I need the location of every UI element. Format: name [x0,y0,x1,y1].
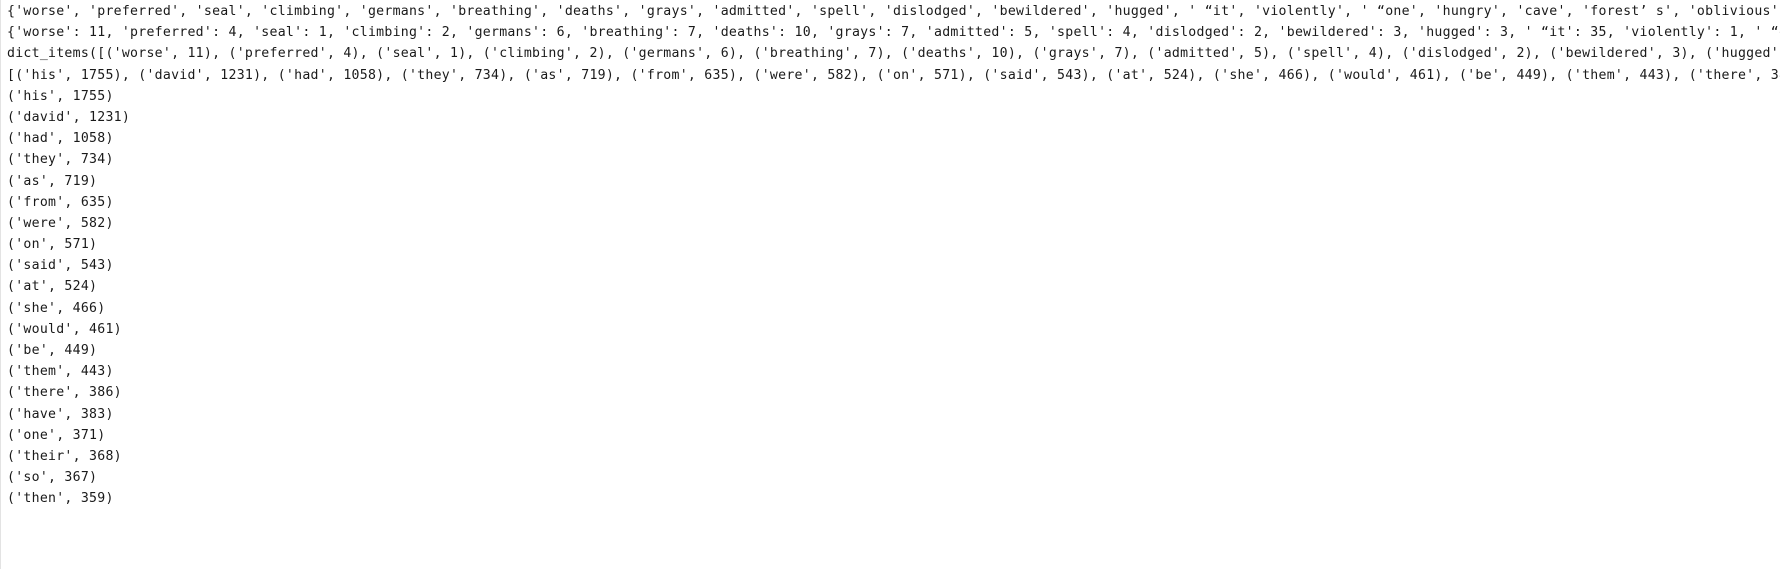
output-line: ('from', 635) [7,194,114,210]
output-line: ('she', 466) [7,300,106,316]
output-line: ('at', 524) [7,279,98,295]
output-line: ('be', 449) [7,343,98,358]
output-line: dict_items([('worse', 11), ('preferred',… [7,46,1780,62]
console-output-pane[interactable]: {'worse', 'preferred', 'seal', 'climbing… [0,0,1780,569]
output-line: ('had', 1058) [7,131,114,147]
output-line: ('they', 734) [7,152,114,168]
output-line: ('their', 368) [7,448,122,464]
output-line: ('his', 1755) [7,88,114,104]
output-line: ('one', 371) [7,427,106,443]
output-line: ('said', 543) [7,258,114,274]
output-line: ('would', 461) [7,321,122,337]
output-line: {'worse': 11, 'preferred': 4, 'seal': 1,… [7,25,1780,41]
output-line: ('were', 582) [7,215,114,231]
output-line: ('so', 367) [7,470,98,486]
output-line: ('on', 571) [7,237,98,253]
output-line: ('there', 386) [7,385,122,401]
output-line: ('them', 443) [7,364,114,380]
output-line: ('as', 719) [7,173,98,189]
output-line: {'worse', 'preferred', 'seal', 'climbing… [7,4,1780,19]
output-line: ('david', 1231) [7,109,131,125]
output-line: ('have', 383) [7,406,114,422]
output-line: ('then', 359) [7,491,114,507]
output-line: [('his', 1755), ('david', 1231), ('had',… [7,67,1780,83]
